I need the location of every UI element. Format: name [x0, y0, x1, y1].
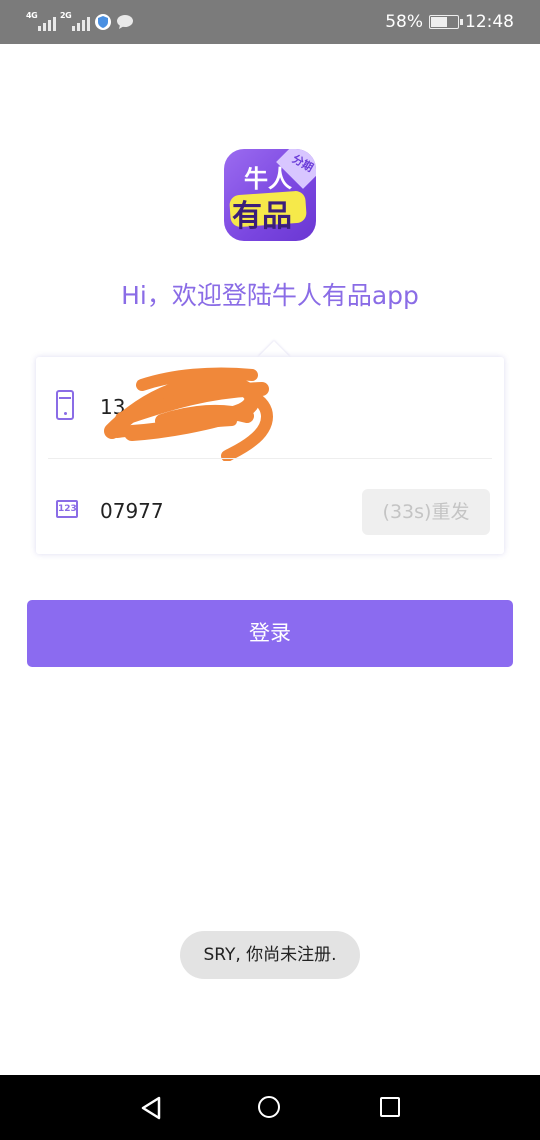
battery-icon — [429, 15, 463, 29]
phone-field[interactable]: 13 — [36, 357, 504, 461]
clock: 12:48 — [465, 12, 514, 32]
welcome-title: Hi，欢迎登陆牛人有品app — [121, 281, 419, 310]
status-right: 58% 12:48 — [385, 10, 514, 34]
recent-apps-icon[interactable] — [380, 1097, 400, 1117]
toast-message: SRY, 你尚未注册. — [180, 931, 360, 979]
home-icon[interactable] — [258, 1096, 280, 1118]
redaction-scribble — [104, 367, 273, 461]
message-icon — [117, 15, 133, 29]
code-icon: 123 — [56, 500, 78, 518]
battery-percent: 58% — [385, 12, 423, 32]
network-type-2: 2G — [60, 11, 72, 20]
code-field[interactable]: 123 07977 (33s)重发 — [36, 460, 504, 554]
app-logo: 牛人 有品 分期 — [224, 149, 316, 241]
login-button[interactable]: 登录 — [27, 600, 513, 667]
network-type-1: 4G — [26, 11, 38, 20]
signal-icon-1: 4G — [26, 11, 56, 31]
phone-icon — [56, 390, 74, 420]
card-pointer — [258, 341, 290, 357]
code-input[interactable]: 07977 — [100, 499, 164, 523]
status-bar: 4G 2G 58% 12:48 — [0, 0, 540, 44]
shield-icon — [95, 14, 111, 30]
resend-code-button[interactable]: (33s)重发 — [362, 489, 490, 535]
signal-icon-2: 2G — [60, 11, 90, 31]
battery-fill — [431, 17, 448, 27]
back-icon[interactable] — [140, 1096, 162, 1120]
login-card: 13 123 07977 (33s)重发 — [36, 357, 504, 554]
field-divider — [48, 458, 492, 459]
navigation-bar — [0, 1075, 540, 1140]
logo-line2: 有品 — [232, 199, 292, 234]
status-left: 4G 2G — [26, 10, 134, 34]
